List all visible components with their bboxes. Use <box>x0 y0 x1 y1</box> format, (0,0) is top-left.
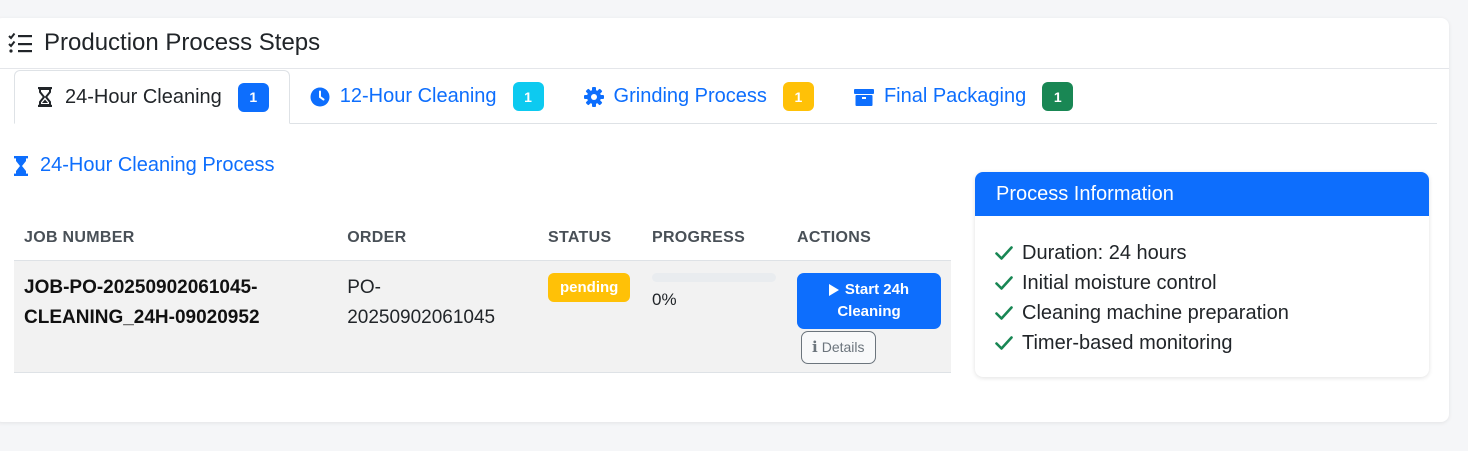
list-item-text: Cleaning machine preparation <box>1022 301 1289 324</box>
details-button[interactable]: i Details <box>801 330 876 364</box>
progress-bar <box>651 272 776 282</box>
job-number-line: CLEANING_24H-09020952 <box>24 306 260 328</box>
tab-count-badge: 1 <box>782 82 814 111</box>
details-button-label: Details <box>821 339 865 355</box>
tab-count-badge: 1 <box>237 82 269 112</box>
process-tabs: 24-Hour Cleaning 1 12-Hour Cleaning 1 Gr… <box>14 70 1437 124</box>
play-icon <box>828 283 839 296</box>
tab-label: 12-Hour Cleaning <box>339 85 497 107</box>
section-title: 24-Hour Cleaning Process <box>14 154 275 177</box>
check-icon <box>995 335 1013 351</box>
column-header-status: STATUS <box>538 216 642 261</box>
process-information-title: Process Information <box>975 172 1429 216</box>
tab-label: 24-Hour Cleaning <box>65 85 222 108</box>
start-button-label: Cleaning <box>837 302 901 320</box>
box-icon <box>853 87 874 107</box>
order-cell: PO- 20250902061045 <box>337 260 538 373</box>
hourglass-icon <box>35 87 55 107</box>
column-header-actions: ACTIONS <box>787 216 951 261</box>
tab-count-badge: 1 <box>1042 82 1074 111</box>
column-header-progress: PROGRESS <box>641 216 787 261</box>
order-line: 20250902061045 <box>347 306 496 328</box>
order-line: PO- <box>347 276 381 298</box>
table-row: JOB-PO-20250902061045- CLEANING_24H-0902… <box>14 260 951 373</box>
progress-text: 0% <box>651 289 677 309</box>
list-item: Timer-based monitoring <box>995 328 1429 358</box>
progress-cell: 0% <box>641 260 787 373</box>
tab-grinding-process[interactable]: Grinding Process 1 <box>564 70 834 123</box>
actions-cell: Start 24h Cleaning i Details <box>787 260 951 373</box>
table-header-row: JOB NUMBER ORDER STATUS PROGRESS ACTIONS <box>14 216 951 261</box>
check-icon <box>995 245 1013 261</box>
status-cell: pending <box>538 260 642 373</box>
jobs-table: JOB NUMBER ORDER STATUS PROGRESS ACTIONS… <box>14 216 951 373</box>
list-item-text: Duration: 24 hours <box>1022 241 1187 264</box>
list-item-text: Timer-based monitoring <box>1022 331 1233 354</box>
tab-count-badge: 1 <box>512 82 544 111</box>
clock-icon <box>310 87 330 107</box>
status-badge: pending <box>548 272 631 302</box>
start-cleaning-button[interactable]: Start 24h Cleaning <box>797 272 941 329</box>
list-item: Initial moisture control <box>995 268 1429 298</box>
tab-12-hour-cleaning[interactable]: 12-Hour Cleaning 1 <box>290 70 564 123</box>
check-icon <box>995 275 1013 291</box>
tab-final-packaging[interactable]: Final Packaging 1 <box>834 70 1093 123</box>
tab-label: Grinding Process <box>613 85 767 107</box>
info-icon: i <box>812 338 818 356</box>
section-title-text: 24-Hour Cleaning Process <box>40 154 275 176</box>
check-icon <box>995 305 1013 321</box>
start-button-label: Start 24h <box>844 280 910 298</box>
list-item: Duration: 24 hours <box>995 238 1429 268</box>
tasks-icon <box>8 32 34 54</box>
hourglass-icon <box>14 155 30 176</box>
gear-icon <box>583 86 604 107</box>
page-title: Production Process Steps <box>44 29 321 56</box>
process-information-card: Process Information Duration: 24 hours I… <box>975 172 1429 377</box>
card-header: Production Process Steps <box>0 18 1449 69</box>
tab-24-hour-cleaning[interactable]: 24-Hour Cleaning 1 <box>14 70 290 124</box>
column-header-order: ORDER <box>337 216 538 261</box>
job-number-line: JOB-PO-20250902061045- <box>24 276 258 298</box>
list-item: Cleaning machine preparation <box>995 298 1429 328</box>
list-item-text: Initial moisture control <box>1022 271 1217 294</box>
column-header-job-number: JOB NUMBER <box>14 216 338 261</box>
job-number-cell: JOB-PO-20250902061045- CLEANING_24H-0902… <box>14 260 338 373</box>
process-information-list: Duration: 24 hours Initial moisture cont… <box>975 216 1429 358</box>
tab-label: Final Packaging <box>883 85 1027 107</box>
